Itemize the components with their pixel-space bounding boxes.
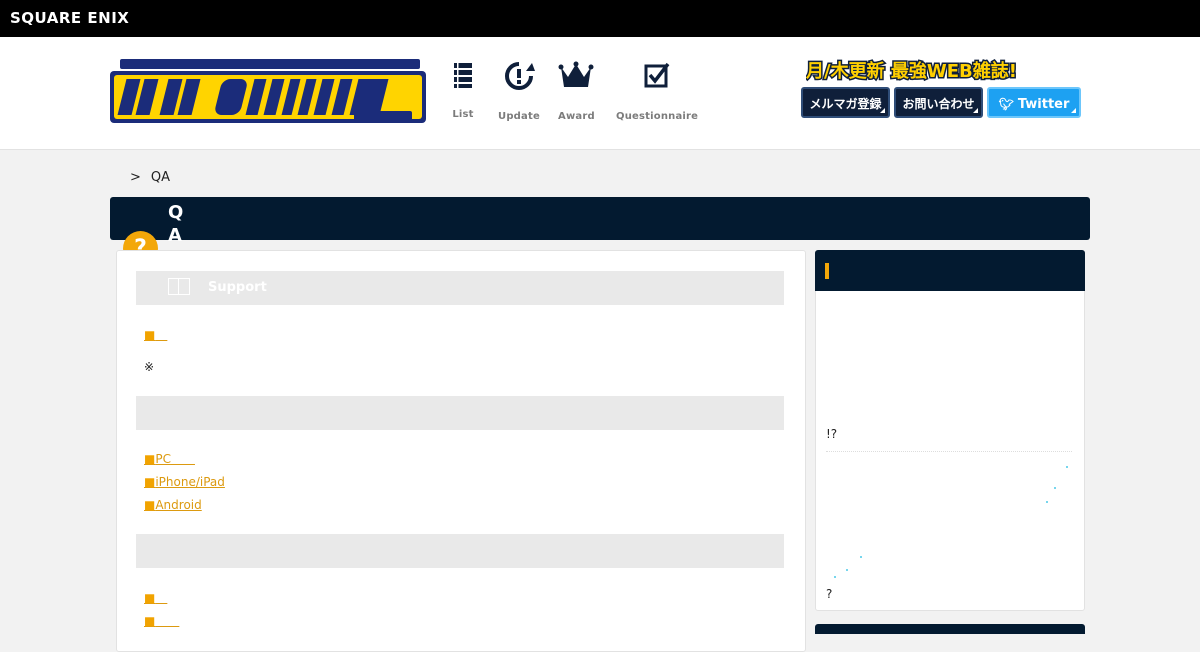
section-heading-label: Support [208, 280, 267, 295]
site-header: List Update Award Questionnaire 月/木更新 最強… [0, 37, 1200, 150]
checkbox-icon [644, 62, 670, 88]
nav-award-label: Award [558, 111, 595, 122]
sidebar-heading [815, 250, 1085, 291]
nav-questionnaire[interactable]: Questionnaire [616, 61, 698, 122]
sidebar-panel: !? ? [815, 250, 1085, 611]
qa-link[interactable]: ■ [144, 328, 167, 342]
update-tagline: 月/木更新 最強WEB雑誌! [804, 57, 1076, 84]
qa-link-android[interactable]: ■Android [144, 498, 202, 512]
tagline-text: 月/木更新 最強WEB雑誌! [806, 60, 1017, 82]
heading-accent-bar [825, 263, 829, 279]
nav-award[interactable]: Award [558, 61, 595, 122]
sparkle [1046, 501, 1048, 503]
square-enix-logo[interactable]: SQUARE ENIX [10, 9, 129, 27]
nav-list-label: List [452, 109, 474, 120]
newsletter-button[interactable]: メルマガ登録 [801, 87, 890, 118]
page-title-band: Q A [110, 197, 1090, 246]
sparkle [834, 576, 836, 578]
twitter-button-label: Twitter [1017, 97, 1070, 112]
main-content: Support ■ ※ ■PC ■iPhone/iPad ■Android ■ … [116, 250, 806, 652]
twitter-icon: 🐦︎ [998, 97, 1014, 111]
sparkle [1054, 487, 1056, 489]
nav-update-label: Update [498, 111, 540, 122]
contact-button[interactable]: お問い合わせ [894, 87, 983, 118]
section-heading-support: Support [136, 271, 784, 305]
nav-questionnaire-label: Questionnaire [616, 111, 699, 122]
page-title-a: A [168, 225, 182, 246]
sidebar-next-heading [815, 624, 1085, 634]
breadcrumb: > QA [130, 170, 170, 185]
sparkle [860, 556, 862, 558]
note-mark: ※ [144, 360, 155, 374]
update-icon [505, 62, 535, 90]
book-icon [168, 278, 190, 295]
nav-update[interactable]: Update [498, 61, 540, 122]
qa-link[interactable]: ■ [144, 614, 179, 628]
sidebar-text[interactable]: !? [826, 427, 837, 441]
gangan-online-logo[interactable] [110, 57, 428, 125]
sparkle [1066, 466, 1068, 468]
section-heading [136, 534, 784, 568]
sparkle [846, 569, 848, 571]
qa-link-pc[interactable]: ■PC [144, 452, 195, 466]
qa-link[interactable]: ■ [144, 591, 167, 605]
breadcrumb-separator: > [130, 170, 141, 185]
list-icon [454, 63, 472, 88]
section-heading [136, 396, 784, 430]
twitter-button[interactable]: 🐦︎ Twitter [987, 87, 1081, 118]
corporate-bar: SQUARE ENIX [0, 0, 1200, 37]
crown-icon [558, 61, 594, 87]
divider [826, 451, 1072, 452]
page-title-q: Q [168, 202, 184, 223]
qa-link-iphone[interactable]: ■iPhone/iPad [144, 475, 225, 489]
nav-list[interactable]: List [452, 61, 474, 120]
breadcrumb-current: QA [150, 170, 171, 185]
sidebar-text[interactable]: ? [826, 587, 832, 601]
